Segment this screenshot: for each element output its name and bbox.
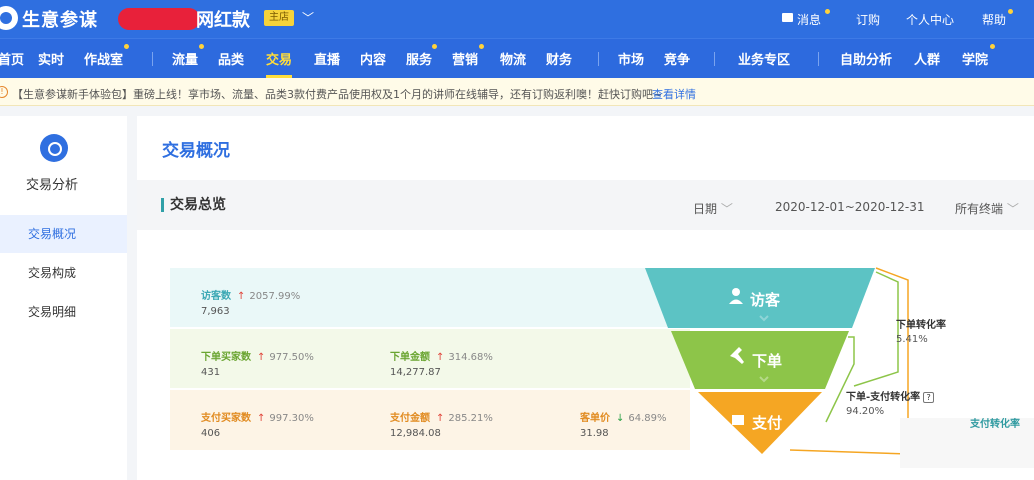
store-badge: 主店 — [264, 10, 294, 26]
nav-divider — [598, 52, 599, 66]
nav-logistics[interactable]: 物流 — [500, 49, 526, 68]
sidebar-title: 交易分析 — [26, 178, 79, 193]
pay-conversion-rate: 支付转化率 — [970, 419, 1020, 430]
nav-finance[interactable]: 财务 — [546, 49, 572, 68]
pay-amount-metric: 支付金额 ↑ 285.21% 12,984.08 — [390, 413, 493, 439]
visitors-metric: 访客数 ↑ 2057.99% 7,963 — [201, 291, 301, 317]
nav-traffic[interactable]: 流量 — [172, 49, 198, 68]
arrow-up-icon: ↑ — [237, 291, 246, 302]
nav-dot-icon — [479, 44, 484, 49]
funnel-pay-label: 支付 — [752, 414, 783, 432]
messages-link[interactable]: 消息 — [797, 11, 821, 28]
nav-trade[interactable]: 交易 — [266, 49, 293, 78]
nav-crowd[interactable]: 人群 — [914, 49, 940, 68]
nav-academy[interactable]: 学院 — [962, 49, 988, 68]
sidebar-item-trade-details[interactable]: 交易明细 — [0, 293, 127, 331]
nav-dot-icon — [199, 44, 204, 49]
arrow-down-icon: ↓ — [616, 413, 625, 424]
nav-category[interactable]: 品类 — [218, 49, 244, 68]
nav-service[interactable]: 服务 — [406, 49, 432, 68]
user-icon — [732, 288, 740, 296]
brand-title: 生意参谋 — [22, 10, 98, 31]
section-title: 交易总览 — [161, 198, 226, 212]
chevron-down-icon: ﹀ — [1006, 202, 1019, 216]
nav-dot-icon — [990, 44, 995, 49]
main-nav: 首页 实时 作战室 流量 品类 交易 直播 内容 服务 营销 物流 财务 市场 … — [0, 38, 1034, 78]
nav-dot-icon — [432, 44, 437, 49]
arrow-up-icon: ↑ — [436, 413, 445, 424]
order-pay-conversion-rate: 下单-支付转化率? 94.20% — [846, 388, 935, 417]
nav-competition[interactable]: 竞争 — [664, 49, 690, 68]
funnel-order-label: 下单 — [752, 352, 783, 370]
pay-buyers-metric: 支付买家数 ↑ 997.30% 406 — [201, 413, 314, 439]
section-header: 交易总览 日期 ﹀ 2020-12-01~2020-12-31 所有终端 ﹀ — [137, 180, 1034, 230]
arrow-up-icon: ↑ — [257, 413, 266, 424]
nav-market[interactable]: 市场 — [618, 49, 644, 68]
question-icon[interactable]: ? — [923, 392, 935, 403]
nav-marketing[interactable]: 营销 — [452, 49, 478, 68]
nav-dot-icon — [124, 44, 129, 49]
logo-icon — [0, 6, 18, 30]
wallet-icon — [732, 415, 744, 425]
notice-text: 【生意参谋新手体验包】重磅上线！享市场、流量、品类3款付费产品使用权及1个月的讲… — [12, 88, 663, 101]
message-dot-icon — [825, 9, 830, 14]
help-link[interactable]: 帮助 — [982, 11, 1006, 28]
date-range[interactable]: 2020-12-01~2020-12-31 — [775, 200, 925, 214]
order-amount-metric: 下单金额 ↑ 314.68% 14,277.87 — [390, 352, 493, 378]
order-buyers-metric: 下单买家数 ↑ 977.50% 431 — [201, 352, 314, 378]
top-bar: 生意参谋 网红款 主店 ﹀ 消息 订购 个人中心 帮助 — [0, 0, 1034, 38]
subscribe-link[interactable]: 订购 — [856, 11, 880, 28]
notice-bar: ! 【生意参谋新手体验包】重磅上线！享市场、流量、品类3款付费产品使用权及1个月… — [0, 78, 1034, 106]
nav-war-room[interactable]: 作战室 — [84, 49, 123, 68]
trade-analysis-icon — [40, 134, 68, 162]
nav-content[interactable]: 内容 — [360, 49, 386, 68]
funnel-visit-label: 访客 — [750, 291, 781, 309]
nav-business-zone[interactable]: 业务专区 — [738, 49, 790, 68]
message-icon — [782, 13, 793, 22]
arrow-up-icon: ↑ — [436, 352, 445, 363]
nav-self-analysis[interactable]: 自助分析 — [840, 49, 892, 68]
store-chevron-down-icon[interactable]: ﹀ — [302, 9, 314, 26]
nav-divider — [714, 52, 715, 66]
terminal-select[interactable]: 所有终端 ﹀ — [955, 200, 1019, 217]
sidebar-item-trade-overview[interactable]: 交易概况 — [0, 215, 127, 253]
nav-home[interactable]: 首页 — [0, 49, 24, 68]
store-name: 网红款 — [196, 10, 250, 31]
store-name-redaction — [118, 8, 200, 30]
date-filter-label[interactable]: 日期 ﹀ — [693, 200, 733, 217]
sidebar: 交易分析 交易概况 交易构成 交易明细 — [0, 116, 127, 480]
help-dot-icon — [1008, 9, 1013, 14]
sidebar-item-trade-composition[interactable]: 交易构成 — [0, 254, 127, 292]
warning-icon: ! — [0, 86, 8, 98]
notice-details-link[interactable]: 查看详情 — [652, 86, 696, 102]
chevron-down-icon: ﹀ — [720, 202, 733, 216]
nav-realtime[interactable]: 实时 — [38, 49, 64, 68]
nav-live[interactable]: 直播 — [314, 49, 340, 68]
nav-divider — [818, 52, 819, 66]
nav-divider — [152, 52, 153, 66]
page-title: 交易概况 — [162, 141, 230, 161]
user-center-link[interactable]: 个人中心 — [906, 11, 954, 28]
order-conversion-rate: 下单转化率 5.41% — [896, 320, 946, 345]
arrow-up-icon: ↑ — [257, 352, 266, 363]
